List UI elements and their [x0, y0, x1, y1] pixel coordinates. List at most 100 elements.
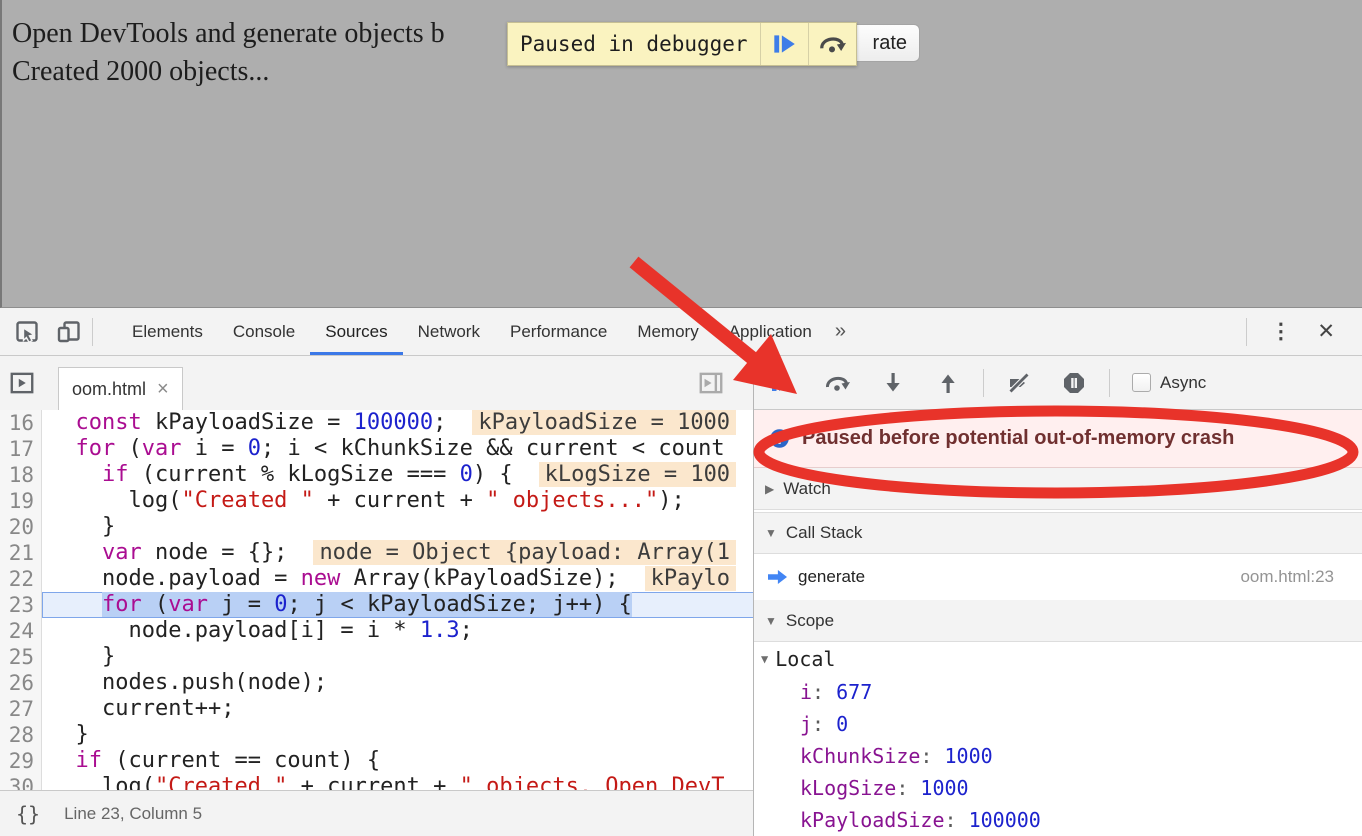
async-label: Async: [1160, 373, 1206, 393]
current-frame-arrow-icon: [768, 570, 787, 584]
code-editor[interactable]: 16 const kPayloadSize = 100000;kPayloadS…: [0, 410, 753, 790]
step-into-icon[interactable]: [880, 370, 906, 396]
inline-value-hint: kPaylo: [645, 566, 736, 591]
toggle-debugger-sidebar-icon[interactable]: [697, 369, 725, 397]
code-line-content[interactable]: var node = {};node = Object {payload: Ar…: [42, 540, 753, 566]
call-stack-list: generateoom.html:23: [754, 554, 1362, 600]
variable-name: j: [800, 712, 812, 736]
code-line-content[interactable]: node.payload = new Array(kPayloadSize);k…: [42, 566, 753, 592]
code-line-content[interactable]: if (current % kLogSize === 0) {kLogSize …: [42, 462, 753, 488]
execution-highlight: for (var j = 0; j < kPayloadSize; j++) {: [102, 592, 632, 617]
chevron-down-icon: ▼: [765, 526, 777, 540]
editor-status-bar: {} Line 23, Column 5: [0, 790, 753, 836]
file-tab-name: oom.html: [72, 379, 146, 400]
devtools-close-icon[interactable]: ✕: [1304, 319, 1348, 344]
code-line-content[interactable]: }: [42, 722, 753, 748]
line-number[interactable]: 21: [0, 540, 42, 566]
frame-location: oom.html:23: [1240, 567, 1334, 587]
code-line-content[interactable]: }: [42, 514, 753, 540]
resume-icon: [770, 30, 798, 58]
code-line-content[interactable]: if (current == count) {: [42, 748, 753, 774]
tab-network[interactable]: Network: [403, 308, 495, 355]
line-number[interactable]: 20: [0, 514, 42, 540]
code-line-content[interactable]: log("Created " + current + " objects..."…: [42, 488, 753, 514]
deactivate-breakpoints-icon[interactable]: [1006, 370, 1032, 396]
code-line-16: 16 const kPayloadSize = 100000;kPayloadS…: [0, 410, 753, 436]
more-tabs-icon[interactable]: »: [827, 320, 854, 343]
call-stack-frame[interactable]: generateoom.html:23: [754, 554, 1362, 600]
chevron-down-icon: ▼: [761, 652, 768, 666]
scope-variable[interactable]: kPayloadSize: 100000: [754, 804, 1362, 836]
file-tabbar: oom.html ×: [0, 356, 753, 410]
inline-value-hint: node = Object {payload: Array(1: [313, 540, 736, 565]
tab-memory[interactable]: Memory: [622, 308, 713, 355]
variable-value: 100000: [969, 808, 1041, 832]
scope-name: Local: [775, 647, 835, 671]
code-line-content[interactable]: log("Created " + current + " objects. Op…: [42, 774, 753, 790]
step-out-icon[interactable]: [935, 370, 961, 396]
async-toggle[interactable]: Async: [1132, 373, 1206, 393]
variable-value: 1000: [920, 776, 968, 800]
tab-console[interactable]: Console: [218, 308, 310, 355]
tab-sources[interactable]: Sources: [310, 308, 402, 355]
scope-variable[interactable]: kLogSize: 1000: [754, 772, 1362, 804]
line-number[interactable]: 28: [0, 722, 42, 748]
line-number[interactable]: 26: [0, 670, 42, 696]
debugger-toolbar: Async: [754, 356, 1362, 410]
page-text-line1: Open DevTools and generate objects b: [12, 18, 445, 50]
code-line-content[interactable]: const kPayloadSize = 100000;kPayloadSize…: [42, 410, 753, 436]
line-number[interactable]: 17: [0, 436, 42, 462]
variable-value: 677: [836, 680, 872, 704]
line-number[interactable]: 25: [0, 644, 42, 670]
async-checkbox[interactable]: [1132, 373, 1151, 392]
line-number[interactable]: 30: [0, 774, 42, 790]
devtools-main-toolbar: ElementsConsoleSourcesNetworkPerformance…: [0, 308, 1362, 356]
line-number[interactable]: 24: [0, 618, 42, 644]
variable-value: 0: [836, 712, 848, 736]
line-number[interactable]: 23: [0, 592, 42, 618]
line-number[interactable]: 29: [0, 748, 42, 774]
tab-application[interactable]: Application: [714, 308, 827, 355]
devtools-menu-icon[interactable]: ⋮: [1257, 319, 1304, 344]
resume-script-icon[interactable]: [768, 370, 794, 396]
scope-body: ▼ Local i: 677j: 0kChunkSize: 1000kLogSize…: [754, 642, 1362, 836]
toggle-navigator-icon[interactable]: [8, 369, 36, 397]
code-line-content[interactable]: current++;: [42, 696, 753, 722]
scope-variable[interactable]: i: 677: [754, 676, 1362, 708]
code-line-content[interactable]: for (var j = 0; j < kPayloadSize; j++) {: [42, 592, 753, 618]
variable-name: kPayloadSize: [800, 808, 945, 832]
code-line-24: 24 node.payload[i] = i * 1.3;: [0, 618, 753, 644]
chevron-down-icon: ▼: [765, 614, 777, 628]
tab-performance[interactable]: Performance: [495, 308, 622, 355]
banner-resume-button[interactable]: [760, 23, 808, 65]
step-over-icon[interactable]: [823, 370, 851, 396]
pretty-print-icon[interactable]: {}: [16, 802, 40, 826]
line-number[interactable]: 18: [0, 462, 42, 488]
line-number[interactable]: 19: [0, 488, 42, 514]
scope-section-header[interactable]: ▼ Scope: [754, 600, 1362, 642]
pause-on-exceptions-icon[interactable]: [1061, 370, 1087, 396]
tab-elements[interactable]: Elements: [117, 308, 218, 355]
line-number[interactable]: 27: [0, 696, 42, 722]
watch-section-header[interactable]: ▶ Watch: [754, 468, 1362, 510]
code-line-content[interactable]: node.payload[i] = i * 1.3;: [42, 618, 753, 644]
code-line-content[interactable]: for (var i = 0; i < kChunkSize && curren…: [42, 436, 753, 462]
code-line-19: 19 log("Created " + current + " objects.…: [0, 488, 753, 514]
paused-message-text: Paused before potential out-of-memory cr…: [802, 427, 1234, 450]
inline-value-hint: kPayloadSize = 1000: [472, 410, 736, 435]
line-number[interactable]: 22: [0, 566, 42, 592]
sources-editor-pane: oom.html × 16 const kPayloadSize = 10000…: [0, 356, 754, 836]
call-stack-section-header[interactable]: ▼ Call Stack: [754, 512, 1362, 554]
banner-step-over-button[interactable]: [808, 23, 856, 65]
file-tab-oom-html[interactable]: oom.html ×: [58, 367, 183, 410]
scope-local-header[interactable]: ▼ Local: [754, 642, 1362, 676]
tab-close-icon[interactable]: ×: [157, 378, 169, 401]
code-line-content[interactable]: }: [42, 644, 753, 670]
code-line-content[interactable]: nodes.push(node);: [42, 670, 753, 696]
code-line-25: 25 }: [0, 644, 753, 670]
line-number[interactable]: 16: [0, 410, 42, 436]
inspect-element-icon[interactable]: [14, 319, 40, 345]
scope-variable[interactable]: j: 0: [754, 708, 1362, 740]
scope-variable[interactable]: kChunkSize: 1000: [754, 740, 1362, 772]
device-toolbar-icon[interactable]: [56, 319, 82, 345]
